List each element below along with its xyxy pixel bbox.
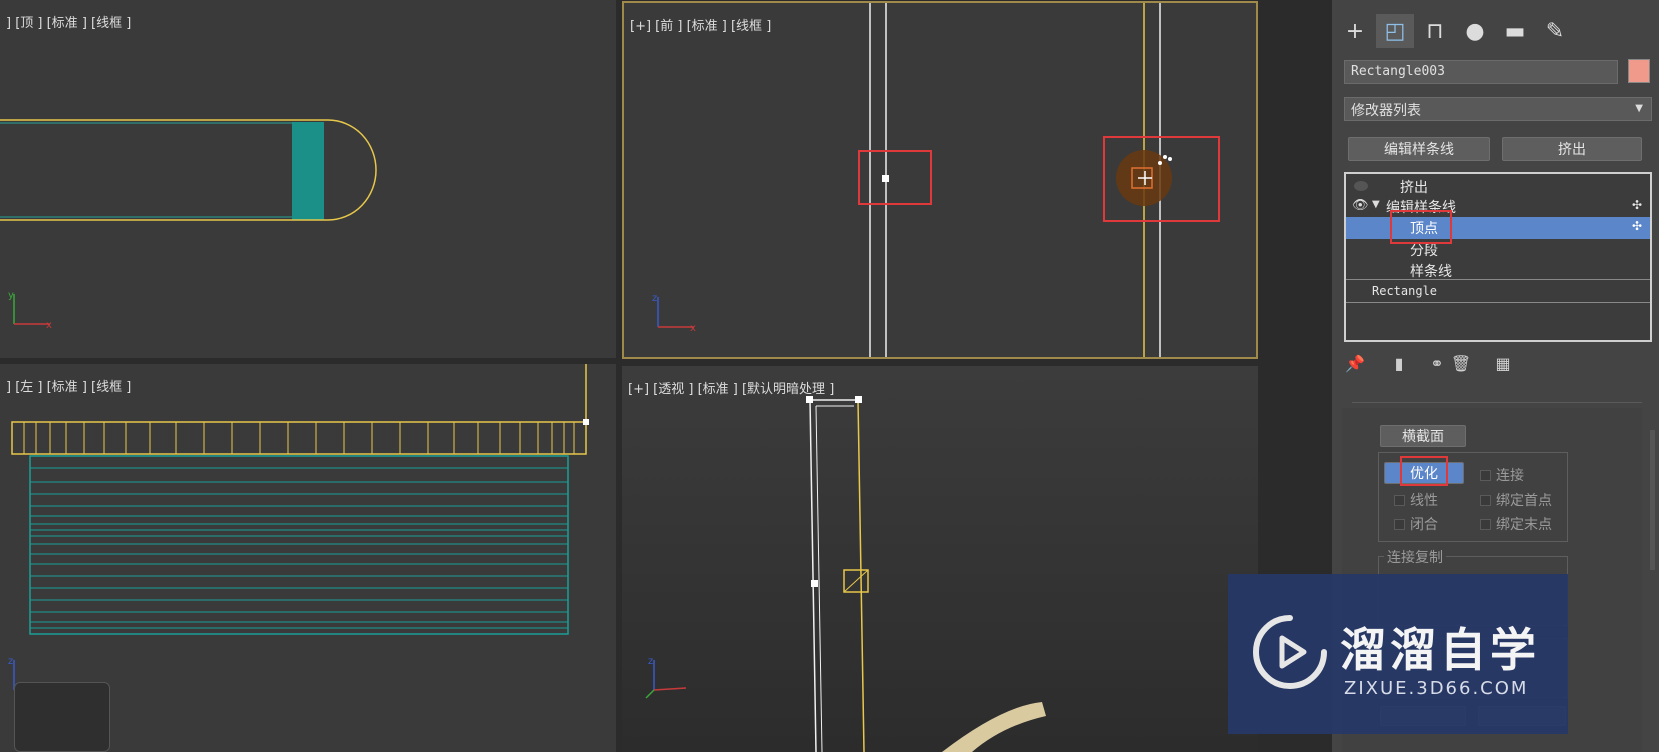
viewport-left[interactable]: ] [左 ] [标准 ] [线框 ] z	[0, 364, 616, 752]
bind-last-checkbox[interactable]: 绑定末点	[1480, 514, 1552, 534]
watermark-overlay: 溜溜自学 ZIXUE.3D66.COM	[1228, 574, 1568, 734]
configure-sets-icon[interactable]: ▦	[1492, 352, 1514, 374]
bind-first-checkbox[interactable]: 绑定首点	[1480, 490, 1552, 510]
bulb-off-icon[interactable]	[1354, 181, 1368, 191]
watermark-title: 溜溜自学	[1340, 623, 1540, 677]
modify-icon: ◰	[1384, 18, 1406, 44]
utilities-tab[interactable]: ✎	[1536, 14, 1574, 48]
modifier-list-dropdown[interactable]: 修改器列表 ▼	[1344, 97, 1652, 121]
edit-spline-button[interactable]: 编辑样条线	[1348, 137, 1490, 161]
connect-copy-label: 连接复制	[1384, 547, 1446, 567]
panel-divider	[1352, 402, 1642, 403]
axis-gizmo-front: z x	[652, 293, 696, 334]
modify-tab[interactable]: ◰	[1376, 14, 1414, 48]
viewport-top[interactable]: ] [顶 ] [标准 ] [线框 ] y x	[0, 0, 616, 358]
svg-text:y: y	[8, 290, 14, 301]
svg-text:z: z	[8, 656, 13, 667]
svg-text:z: z	[652, 293, 657, 304]
axis-gizmo-perspective: z	[645, 656, 687, 699]
chevron-down-icon: ▼	[1635, 103, 1643, 114]
svg-text:z: z	[648, 656, 653, 667]
stack-toolbar: 📌 ▮ ⚭ 🗑 ▦	[1344, 350, 1644, 378]
instance-icon: ✣	[1631, 198, 1642, 212]
extrude-button[interactable]: 挤出	[1502, 137, 1642, 161]
object-name-field[interactable]: Rectangle003	[1344, 60, 1618, 84]
cross-section-button[interactable]: 横截面	[1380, 425, 1466, 447]
object-color-swatch[interactable]	[1628, 59, 1650, 83]
instance-icon: ✣	[1631, 219, 1642, 233]
viewport-perspective[interactable]: [+] [透视 ] [标准 ] [默认明暗处理 ] z	[622, 366, 1258, 752]
perspective-shape	[806, 396, 1046, 752]
stack-item-rectangle[interactable]: Rectangle	[1346, 282, 1650, 304]
highlight-vertex-left	[858, 150, 932, 205]
linear-checkbox[interactable]: 线性	[1394, 490, 1438, 510]
highlight-vertex-stack	[1390, 210, 1452, 244]
make-unique-icon[interactable]: ⚭	[1426, 352, 1448, 374]
highlight-optimize	[1400, 456, 1448, 486]
viewport-front[interactable]: [+] [前 ] [标准 ] [线框 ] z x	[622, 1, 1258, 359]
stack-item-extrude[interactable]: 挤出	[1346, 176, 1650, 198]
connect-label: 连接	[1496, 468, 1524, 484]
connect-checkbox[interactable]: 连接	[1480, 465, 1524, 485]
panel-scrollbar[interactable]	[1650, 430, 1655, 570]
closed-checkbox[interactable]: 闭合	[1394, 514, 1438, 534]
play-logo-icon	[1253, 615, 1327, 689]
utilities-icon: ✎	[1545, 18, 1565, 44]
expand-triangle-icon[interactable]: ▼	[1372, 199, 1380, 210]
stack-item-label: Rectangle	[1372, 284, 1438, 298]
highlight-vertex-right	[1103, 136, 1220, 222]
display-tab[interactable]: ▬	[1496, 14, 1534, 48]
remove-modifier-icon[interactable]: 🗑	[1450, 352, 1472, 374]
bind-first-label: 绑定首点	[1496, 493, 1552, 509]
linear-label: 线性	[1410, 493, 1438, 509]
display-icon: ▬	[1504, 18, 1526, 44]
stack-separator	[1346, 302, 1650, 303]
stack-separator	[1346, 279, 1650, 280]
hierarchy-tab[interactable]: ⊓	[1416, 14, 1454, 48]
hierarchy-icon: ⊓	[1426, 18, 1444, 44]
svg-text:x: x	[690, 323, 696, 334]
modifier-stack: 挤出 👁 ▼ 编辑样条线 ✣ 顶点 ✣ 分段 样条线 Rectangle	[1344, 172, 1652, 342]
motion-tab[interactable]: ●	[1456, 14, 1494, 48]
watermark-subtitle: ZIXUE.3D66.COM	[1344, 678, 1529, 699]
modifier-list-label: 修改器列表	[1351, 103, 1421, 119]
show-end-result-icon[interactable]: ▮	[1388, 352, 1410, 374]
axis-gizmo-top: y x	[8, 290, 52, 331]
stack-item-label: 样条线	[1410, 264, 1452, 280]
create-tab[interactable]: +	[1336, 14, 1374, 48]
svg-text:x: x	[46, 320, 52, 331]
eye-icon[interactable]: 👁	[1352, 198, 1369, 213]
stack-item-label: 挤出	[1400, 180, 1428, 196]
pin-stack-icon[interactable]: 📌	[1344, 352, 1366, 374]
plus-icon: +	[1345, 18, 1365, 44]
motion-icon: ●	[1465, 18, 1485, 44]
viewport-nav-widget[interactable]	[14, 682, 110, 752]
bind-last-label: 绑定末点	[1496, 517, 1552, 533]
closed-label: 闭合	[1410, 517, 1438, 533]
command-panel-tabs: + ◰ ⊓ ● ▬ ✎	[1332, 14, 1659, 50]
top-view-shape	[0, 119, 377, 221]
